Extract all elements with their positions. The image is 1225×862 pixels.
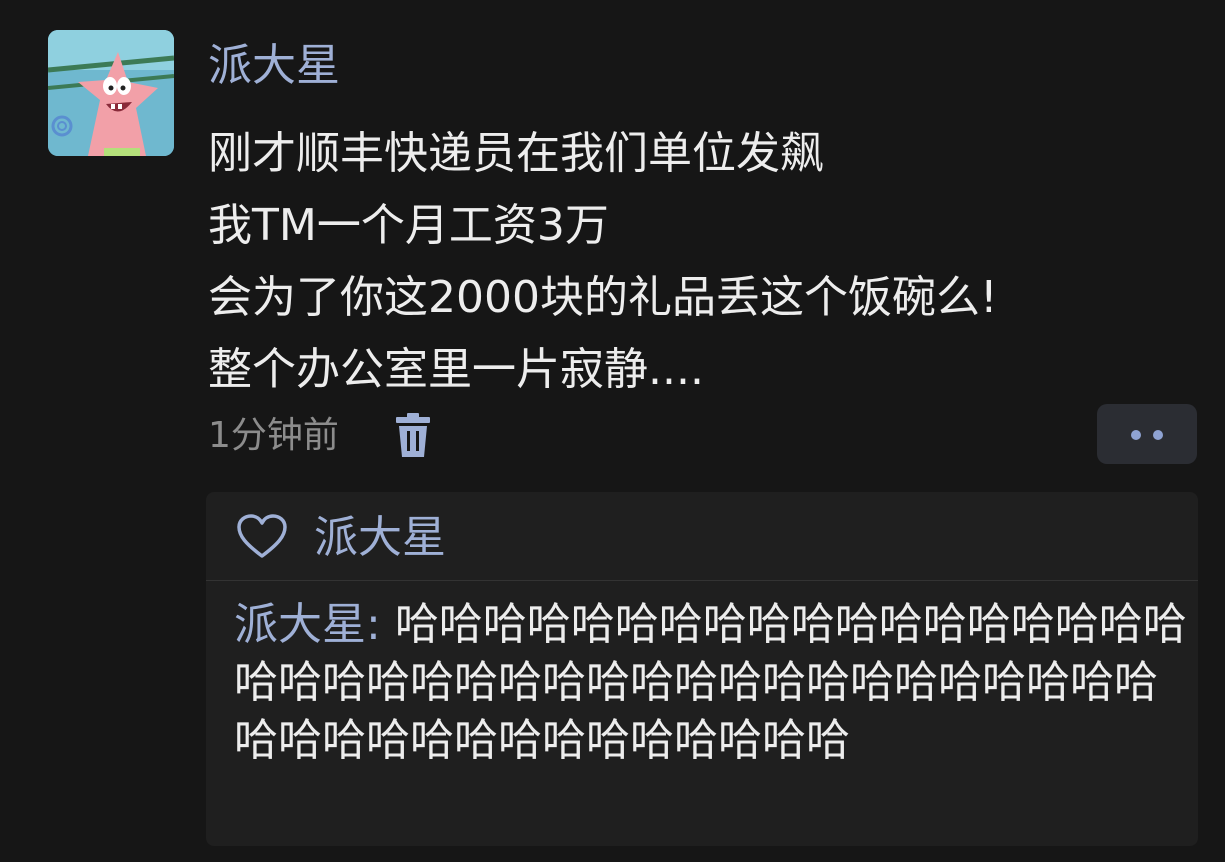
heart-icon [237, 514, 287, 558]
more-dots-icon [1131, 430, 1141, 440]
post-content-line: 会为了你这2000块的礼品丢这个饭碗么! [208, 272, 998, 323]
comment-author[interactable]: 派大星 [234, 599, 366, 650]
post-timestamp: 1分钟前 [208, 415, 339, 456]
more-actions-button[interactable] [1097, 404, 1197, 464]
comment-separator: : [366, 599, 395, 650]
post-content-line: 整个办公室里一片寂静.... [208, 344, 704, 395]
likes-row: 派大星 [206, 492, 1198, 580]
post-content-line: 我TM一个月工资3万 [208, 200, 609, 251]
moments-post: 派大星 刚才顺丰快递员在我们单位发飙 我TM一个月工资3万 会为了你这2000块… [0, 0, 1225, 862]
more-dots-icon [1153, 430, 1163, 440]
post-author-name[interactable]: 派大星 [208, 38, 340, 94]
comment-item[interactable]: 派大星: 哈哈哈哈哈哈哈哈哈哈哈哈哈哈哈哈哈哈哈哈哈哈哈哈哈哈哈哈哈哈哈哈哈哈哈… [234, 596, 1189, 770]
patrick-star-avatar-icon [48, 30, 174, 156]
post-content-line: 刚才顺丰快递员在我们单位发飙 [208, 128, 824, 179]
trash-icon [396, 413, 430, 457]
divider [206, 580, 1198, 581]
avatar[interactable] [48, 30, 174, 156]
post-content: 刚才顺丰快递员在我们单位发飙 我TM一个月工资3万 会为了你这2000块的礼品丢… [208, 118, 1198, 406]
delete-button[interactable] [392, 413, 434, 459]
like-user-name[interactable]: 派大星 [314, 510, 446, 566]
interaction-panel: 派大星 派大星: 哈哈哈哈哈哈哈哈哈哈哈哈哈哈哈哈哈哈哈哈哈哈哈哈哈哈哈哈哈哈哈… [206, 492, 1198, 846]
